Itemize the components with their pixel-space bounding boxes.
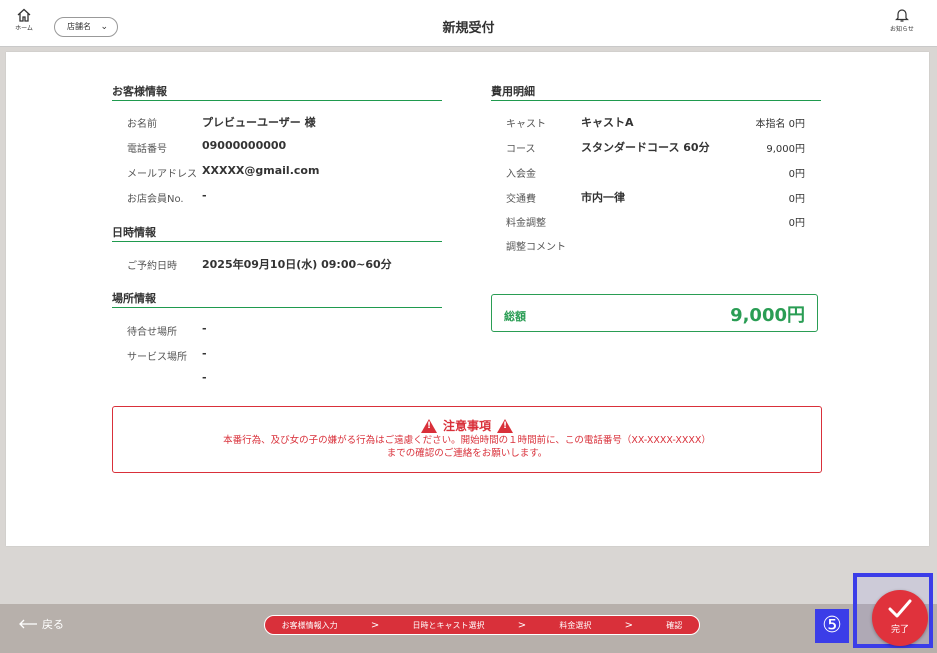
app-header: ホーム 店舗名 ⌄ 新規受付 お知らせ: [0, 0, 937, 47]
cost-divider: [491, 100, 821, 101]
step-datetime-cast: 日時とキャスト選択: [412, 620, 485, 630]
check-icon: [888, 599, 912, 618]
back-button[interactable]: 戻る: [18, 616, 64, 632]
cost-amount: 0円: [788, 194, 805, 205]
step-number-badge: ⑤: [815, 609, 849, 643]
notice-title-row: ! 注意事項 !: [113, 417, 821, 434]
page-title: 新規受付: [442, 21, 495, 36]
warning-icon: !: [497, 418, 513, 433]
place-label: 待合せ場所: [127, 327, 177, 338]
notice-line: 本番行為、及び女の子の嫌がる行為はご遠慮ください。開始時間の１時間前に、この電話…: [223, 435, 711, 446]
arrow-left-icon: [19, 619, 37, 629]
total-label: 総額: [504, 310, 526, 323]
step-indicator: お客様情報入力 > 日時とキャスト選択 > 料金選択 > 確認: [264, 615, 700, 635]
place-value: -: [202, 371, 207, 384]
customer-value: -: [202, 189, 207, 202]
place-label: サービス場所: [127, 352, 187, 363]
cost-label: 料金調整: [506, 218, 546, 229]
step-price: 料金選択: [559, 620, 592, 630]
step-separator: >: [370, 619, 380, 631]
cost-amount: 本指名 0円: [755, 119, 805, 130]
cost-amount: 9,000円: [766, 144, 805, 155]
notice-title: 注意事項: [442, 419, 491, 433]
cost-label: 交通費: [506, 194, 536, 205]
cost-amount: 0円: [788, 169, 805, 180]
customer-value: 09000000000: [202, 139, 287, 152]
cost-section-title: 費用明細: [491, 85, 535, 98]
place-value: -: [202, 347, 207, 360]
datetime-section-title: 日時情報: [112, 226, 156, 239]
step-separator: >: [624, 619, 634, 631]
place-section-title: 場所情報: [112, 292, 156, 305]
notification-button[interactable]: お知らせ: [889, 8, 915, 33]
notification-label: お知らせ: [890, 26, 914, 33]
step-confirm: 確認: [666, 620, 683, 630]
back-label: 戻る: [42, 618, 64, 631]
complete-button[interactable]: 完了: [872, 590, 928, 646]
notice-box: ! 注意事項 ! 本番行為、及び女の子の嫌がる行為はご遠慮ください。開始時間の１…: [112, 406, 822, 473]
customer-value: XXXXX@gmail.com: [202, 164, 320, 177]
datetime-value: 2025年09月10日(水) 09:00~60分: [202, 258, 392, 271]
place-divider: [112, 307, 442, 308]
cost-amount: 0円: [788, 218, 805, 229]
datetime-label: ご予約日時: [127, 261, 177, 272]
customer-section-title: お客様情報: [112, 85, 167, 98]
customer-label: 電話番号: [127, 144, 167, 155]
customer-label: メールアドレス: [127, 169, 197, 180]
cost-value: キャストA: [581, 116, 634, 129]
customer-value: プレビューユーザー 様: [202, 116, 316, 129]
cost-label: コース: [506, 144, 536, 155]
summary-card: お客様情報 お名前 プレビューユーザー 様 電話番号 09000000000 メ…: [6, 52, 929, 546]
cost-value: スタンダードコース 60分: [581, 141, 710, 154]
datetime-divider: [112, 241, 442, 242]
cost-label: キャスト: [506, 119, 546, 130]
footer-bar: 戻る お客様情報入力 > 日時とキャスト選択 > 料金選択 > 確認: [0, 604, 937, 653]
place-value: -: [202, 322, 207, 335]
step-separator: >: [517, 619, 527, 631]
customer-label: お名前: [127, 119, 157, 130]
total-box: 総額 9,000円: [491, 294, 818, 332]
warning-icon: !: [420, 418, 437, 433]
customer-divider: [112, 100, 442, 101]
complete-label: 完了: [890, 625, 909, 635]
cost-label: 調整コメント: [506, 242, 566, 253]
customer-label: お店会員No.: [127, 194, 184, 205]
total-value: 9,000円: [730, 305, 805, 326]
cost-label: 入会金: [506, 169, 536, 180]
bell-icon: [895, 9, 909, 22]
cost-value: 市内一律: [581, 191, 625, 204]
step-customer-info: お客様情報入力: [281, 620, 338, 630]
notice-line: までの確認のご連絡をお願いします。: [386, 448, 548, 459]
